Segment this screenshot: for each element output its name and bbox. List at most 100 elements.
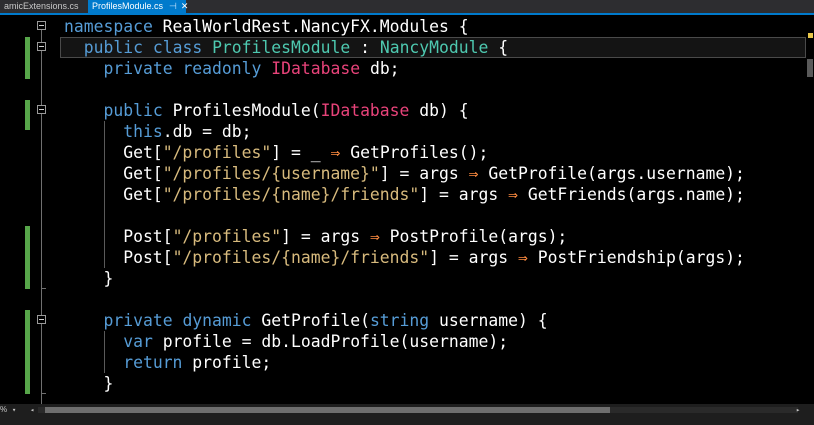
line-close-constructor: }	[64, 268, 113, 289]
code-token: Get[	[64, 185, 163, 204]
document-tab-strip: amicExtensions.cs ProfilesModule.cs ⊣ ✕	[0, 0, 814, 13]
code-token: namespace	[64, 17, 153, 36]
code-token: ] = args	[419, 185, 509, 204]
code-token: IDatabase	[271, 59, 361, 78]
line-get-profile: Get["/profiles/{username}"] = args ⇒ Get…	[64, 163, 745, 184]
pin-icon[interactable]: ⊣	[169, 1, 177, 11]
horizontal-scroll-thumb[interactable]	[45, 407, 610, 413]
code-token: }	[64, 374, 114, 393]
code-token: Get[	[64, 164, 163, 183]
tab-accent-line	[0, 13, 814, 15]
collapse-constructor-icon[interactable]	[37, 105, 46, 114]
code-token: Post[	[64, 248, 173, 267]
line-post-friendship: Post["/profiles/{name}/friends"] = args …	[64, 247, 745, 268]
scroll-left-icon[interactable]: ◂	[30, 404, 34, 416]
line-this-db: this.db = db;	[64, 121, 252, 142]
line-constructor: public ProfilesModule(IDatabase db) {	[64, 100, 469, 121]
code-token: :	[350, 38, 380, 57]
code-token: dynamic	[182, 311, 252, 330]
code-token: ⇒	[330, 143, 341, 162]
code-token: {	[488, 38, 509, 57]
line-db-field: private readonly IDatabase db;	[64, 58, 400, 79]
code-token: class	[152, 38, 203, 57]
line-post-profile: Post["/profiles"] = args ⇒ PostProfile(a…	[64, 226, 567, 247]
zoom-level[interactable]: %	[0, 404, 7, 416]
code-token: "/profiles"	[172, 227, 282, 246]
code-token: profile;	[182, 353, 272, 372]
code-token: db) {	[409, 101, 469, 120]
code-token: GetProfiles();	[340, 143, 489, 162]
code-token: }	[64, 269, 114, 288]
scrollbar-marker	[808, 33, 813, 38]
code-token: RealWorldRest.NancyFX.Modules {	[152, 17, 469, 36]
line-return: return profile;	[64, 352, 271, 373]
line-namespace: namespace RealWorldRest.NancyFX.Modules …	[64, 16, 469, 37]
code-token: ] = args	[429, 248, 518, 267]
code-token: string	[369, 311, 430, 330]
collapse-class-icon[interactable]	[37, 42, 46, 51]
change-bar	[25, 100, 30, 130]
change-bar	[25, 37, 30, 79]
tab-profiles-module[interactable]: ProfilesModule.cs ⊣ ✕	[88, 0, 189, 13]
code-token: readonly	[182, 59, 262, 78]
code-token: db;	[360, 59, 400, 78]
code-token: "/profiles/{name}/friends"	[172, 248, 430, 267]
vertical-scroll-thumb[interactable]	[807, 59, 813, 77]
code-token: "/profiles/{username}"	[162, 164, 380, 183]
code-token: .db = db;	[162, 122, 252, 141]
code-token: ] = args	[281, 227, 370, 246]
code-token: Post[	[64, 227, 173, 246]
code-token: PostFriendship(args);	[527, 248, 745, 267]
code-token: public	[83, 38, 143, 57]
zoom-dropdown-icon[interactable]: ▾	[12, 404, 16, 416]
close-icon[interactable]: ✕	[181, 1, 189, 11]
tab-label: amicExtensions.cs	[4, 1, 79, 11]
code-editor-window: amicExtensions.cs ProfilesModule.cs ⊣ ✕ na…	[0, 0, 814, 425]
code-token: Get[	[64, 143, 163, 162]
collapse-namespace-icon[interactable]	[37, 21, 46, 30]
code-token: username) {	[429, 311, 548, 330]
code-token: ] = _	[271, 143, 331, 162]
editor-bottom-bar: % ▾ ◂ ▸	[0, 404, 814, 425]
code-token: public	[103, 101, 163, 120]
line-get-profiles: Get["/profiles"] = _ ⇒ GetProfiles();	[64, 142, 488, 163]
line-get-friends: Get["/profiles/{name}/friends"] = args ⇒…	[64, 184, 745, 205]
outline-end-marker	[41, 288, 46, 289]
outline-line	[41, 29, 42, 404]
code-token: ProfilesModule(	[162, 101, 321, 120]
code-token: this	[123, 122, 163, 141]
code-token: private	[103, 59, 173, 78]
code-token: private	[103, 311, 173, 330]
code-token: ⇒	[517, 248, 528, 267]
tab-dynamic-extensions[interactable]: amicExtensions.cs	[0, 0, 86, 13]
code-token: "/profiles/{name}/friends"	[162, 185, 420, 204]
line-class: public class ProfilesModule : NancyModul…	[64, 37, 508, 58]
code-token: var	[123, 332, 153, 351]
change-bar	[25, 226, 30, 289]
code-token: "/profiles"	[162, 143, 272, 162]
outline-end-marker	[41, 393, 46, 394]
code-token: ProfilesModule	[212, 38, 351, 57]
scroll-right-icon[interactable]: ▸	[796, 404, 800, 416]
line-var-profile: var profile = db.LoadProfile(username);	[64, 331, 508, 352]
line-close-method: }	[64, 373, 113, 394]
code-token: profile = db.LoadProfile(username);	[152, 332, 509, 351]
tab-label: ProfilesModule.cs	[92, 1, 164, 11]
code-token: NancyModule	[379, 38, 489, 57]
code-token: GetProfile(args.username);	[478, 164, 745, 183]
code-token: ] = args	[379, 164, 469, 183]
vertical-scrollbar[interactable]	[806, 15, 814, 404]
change-bar	[25, 310, 30, 394]
code-token: IDatabase	[320, 101, 410, 120]
collapse-method-icon[interactable]	[37, 315, 46, 324]
